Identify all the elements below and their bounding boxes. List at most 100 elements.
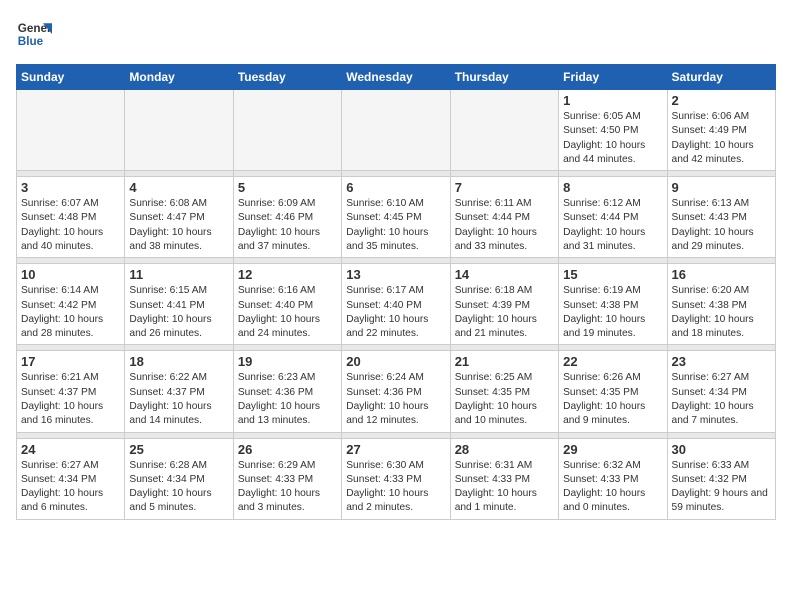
calendar-week-row: 10 Sunrise: 6:14 AM Sunset: 4:42 PM Dayl… [17,264,776,345]
day-number: 9 [672,180,771,195]
sunset-text: Sunset: 4:36 PM [346,387,421,398]
day-number: 1 [563,93,662,108]
sunset-text: Sunset: 4:43 PM [672,212,747,223]
sunset-text: Sunset: 4:44 PM [563,212,638,223]
day-number: 13 [346,267,445,282]
calendar-day-cell: 30 Sunrise: 6:33 AM Sunset: 4:32 PM Dayl… [667,438,775,519]
sunrise-text: Sunrise: 6:27 AM [21,460,99,471]
day-info: Sunrise: 6:26 AM Sunset: 4:35 PM Dayligh… [563,371,662,428]
sunset-text: Sunset: 4:47 PM [129,212,204,223]
sunset-text: Sunset: 4:50 PM [563,125,638,136]
calendar-week-row: 1 Sunrise: 6:05 AM Sunset: 4:50 PM Dayli… [17,90,776,171]
daylight-text: Daylight: 10 hours and 19 minutes. [563,314,645,339]
sunset-text: Sunset: 4:33 PM [346,474,421,485]
calendar-day-cell: 8 Sunrise: 6:12 AM Sunset: 4:44 PM Dayli… [559,177,667,258]
calendar-day-cell [450,90,558,171]
sunset-text: Sunset: 4:37 PM [21,387,96,398]
daylight-text: Daylight: 10 hours and 2 minutes. [346,488,428,513]
sunset-text: Sunset: 4:45 PM [346,212,421,223]
weekday-header: Thursday [450,65,558,90]
sunset-text: Sunset: 4:44 PM [455,212,530,223]
day-number: 8 [563,180,662,195]
sunrise-text: Sunrise: 6:21 AM [21,372,99,383]
sunrise-text: Sunrise: 6:28 AM [129,460,207,471]
daylight-text: Daylight: 10 hours and 29 minutes. [672,227,754,252]
sunrise-text: Sunrise: 6:25 AM [455,372,533,383]
day-number: 2 [672,93,771,108]
sunrise-text: Sunrise: 6:17 AM [346,285,424,296]
sunset-text: Sunset: 4:35 PM [455,387,530,398]
calendar-day-cell: 1 Sunrise: 6:05 AM Sunset: 4:50 PM Dayli… [559,90,667,171]
sunset-text: Sunset: 4:42 PM [21,300,96,311]
calendar-body: 1 Sunrise: 6:05 AM Sunset: 4:50 PM Dayli… [17,90,776,520]
day-info: Sunrise: 6:29 AM Sunset: 4:33 PM Dayligh… [238,459,337,516]
day-info: Sunrise: 6:15 AM Sunset: 4:41 PM Dayligh… [129,284,228,341]
weekday-header: Saturday [667,65,775,90]
sunrise-text: Sunrise: 6:13 AM [672,198,750,209]
logo-icon: General Blue [16,16,52,52]
calendar-header-row: SundayMondayTuesdayWednesdayThursdayFrid… [17,65,776,90]
day-info: Sunrise: 6:07 AM Sunset: 4:48 PM Dayligh… [21,197,120,254]
day-number: 28 [455,442,554,457]
daylight-text: Daylight: 10 hours and 28 minutes. [21,314,103,339]
sunset-text: Sunset: 4:33 PM [563,474,638,485]
day-info: Sunrise: 6:32 AM Sunset: 4:33 PM Dayligh… [563,459,662,516]
calendar-day-cell: 10 Sunrise: 6:14 AM Sunset: 4:42 PM Dayl… [17,264,125,345]
day-number: 14 [455,267,554,282]
sunrise-text: Sunrise: 6:15 AM [129,285,207,296]
day-number: 15 [563,267,662,282]
sunrise-text: Sunrise: 6:18 AM [455,285,533,296]
calendar-day-cell: 29 Sunrise: 6:32 AM Sunset: 4:33 PM Dayl… [559,438,667,519]
day-number: 4 [129,180,228,195]
sunset-text: Sunset: 4:49 PM [672,125,747,136]
sunset-text: Sunset: 4:34 PM [129,474,204,485]
day-info: Sunrise: 6:16 AM Sunset: 4:40 PM Dayligh… [238,284,337,341]
sunrise-text: Sunrise: 6:23 AM [238,372,316,383]
day-info: Sunrise: 6:30 AM Sunset: 4:33 PM Dayligh… [346,459,445,516]
sunrise-text: Sunrise: 6:19 AM [563,285,641,296]
daylight-text: Daylight: 10 hours and 44 minutes. [563,140,645,165]
sunrise-text: Sunrise: 6:11 AM [455,198,532,209]
weekday-header: Wednesday [342,65,450,90]
day-number: 17 [21,354,120,369]
daylight-text: Daylight: 10 hours and 21 minutes. [455,314,537,339]
day-info: Sunrise: 6:31 AM Sunset: 4:33 PM Dayligh… [455,459,554,516]
calendar-day-cell: 7 Sunrise: 6:11 AM Sunset: 4:44 PM Dayli… [450,177,558,258]
daylight-text: Daylight: 10 hours and 7 minutes. [672,401,754,426]
daylight-text: Daylight: 10 hours and 31 minutes. [563,227,645,252]
day-number: 16 [672,267,771,282]
daylight-text: Daylight: 10 hours and 10 minutes. [455,401,537,426]
day-number: 19 [238,354,337,369]
day-number: 24 [21,442,120,457]
sunrise-text: Sunrise: 6:29 AM [238,460,316,471]
sunrise-text: Sunrise: 6:06 AM [672,111,750,122]
day-info: Sunrise: 6:19 AM Sunset: 4:38 PM Dayligh… [563,284,662,341]
calendar-day-cell: 9 Sunrise: 6:13 AM Sunset: 4:43 PM Dayli… [667,177,775,258]
sunrise-text: Sunrise: 6:12 AM [563,198,641,209]
day-info: Sunrise: 6:18 AM Sunset: 4:39 PM Dayligh… [455,284,554,341]
sunset-text: Sunset: 4:38 PM [672,300,747,311]
sunrise-text: Sunrise: 6:33 AM [672,460,750,471]
sunrise-text: Sunrise: 6:22 AM [129,372,207,383]
calendar-day-cell: 25 Sunrise: 6:28 AM Sunset: 4:34 PM Dayl… [125,438,233,519]
daylight-text: Daylight: 10 hours and 33 minutes. [455,227,537,252]
daylight-text: Daylight: 10 hours and 26 minutes. [129,314,211,339]
calendar-day-cell: 4 Sunrise: 6:08 AM Sunset: 4:47 PM Dayli… [125,177,233,258]
day-number: 3 [21,180,120,195]
weekday-header: Friday [559,65,667,90]
sunset-text: Sunset: 4:41 PM [129,300,204,311]
day-number: 26 [238,442,337,457]
sunset-text: Sunset: 4:34 PM [672,387,747,398]
calendar-day-cell: 26 Sunrise: 6:29 AM Sunset: 4:33 PM Dayl… [233,438,341,519]
day-info: Sunrise: 6:14 AM Sunset: 4:42 PM Dayligh… [21,284,120,341]
calendar-day-cell [17,90,125,171]
day-info: Sunrise: 6:08 AM Sunset: 4:47 PM Dayligh… [129,197,228,254]
daylight-text: Daylight: 10 hours and 9 minutes. [563,401,645,426]
day-info: Sunrise: 6:11 AM Sunset: 4:44 PM Dayligh… [455,197,554,254]
day-number: 29 [563,442,662,457]
sunset-text: Sunset: 4:34 PM [21,474,96,485]
calendar-day-cell: 6 Sunrise: 6:10 AM Sunset: 4:45 PM Dayli… [342,177,450,258]
daylight-text: Daylight: 10 hours and 5 minutes. [129,488,211,513]
calendar-day-cell: 15 Sunrise: 6:19 AM Sunset: 4:38 PM Dayl… [559,264,667,345]
day-info: Sunrise: 6:27 AM Sunset: 4:34 PM Dayligh… [21,459,120,516]
